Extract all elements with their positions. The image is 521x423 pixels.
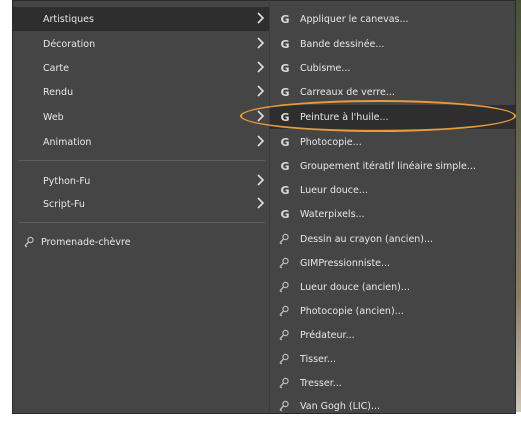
submenu-item-gimpressionniste[interactable]: GIMPressionniste... [270,251,515,275]
menu-item-label: Prédateur... [300,329,355,341]
menu-item-label: Artistiques [43,13,94,25]
gegl-icon: G [280,159,290,173]
submenu-item-waterpixels[interactable]: G Waterpixels... [270,202,515,226]
artistiques-submenu: G Appliquer le canevas... G Bande dessin… [269,0,516,414]
menu-item-label: Dessin au crayon (ancien)... [300,233,434,245]
menu-separator [19,222,265,223]
menu-item-label: Lueur douce... [300,184,368,196]
submenu-item-cubisme[interactable]: G Cubisme... [270,56,515,80]
submenu-item-predateur[interactable]: Prédateur... [270,323,515,347]
menu-item-label: GIMPressionniste... [300,257,391,269]
menu-item-label: Tisser... [300,353,336,365]
submenu-item-lueur-douce-ancien[interactable]: Lueur douce (ancien)... [270,275,515,299]
chevron-right-icon [255,84,265,98]
submenu-item-van-gogh[interactable]: Van Gogh (LIC)... [270,394,515,418]
gegl-icon: G [280,110,290,124]
menu-item-label: Animation [43,136,92,148]
menu-item-animation[interactable]: Animation [13,130,271,154]
background-left [0,0,12,423]
menu-item-label: Lueur douce (ancien)... [300,281,410,293]
menu-item-promenade-chevre[interactable]: Promenade-chèvre [13,230,271,254]
gegl-icon: G [280,135,290,149]
menu-separator [19,160,265,161]
script-icon [278,257,292,269]
menu-item-label: Rendu [43,86,74,98]
script-icon [278,400,292,412]
menu-item-carte[interactable]: Carte [13,56,271,80]
menu-item-label: Bande dessinée... [300,38,385,50]
menu-item-label: Van Gogh (LIC)... [300,400,381,412]
chevron-right-icon [255,36,265,50]
menu-item-label: Script-Fu [43,198,85,210]
menu-item-label: Décoration [43,38,96,50]
script-icon [23,236,35,248]
script-icon [278,329,292,341]
submenu-item-photocopie-ancien[interactable]: Photocopie (ancien)... [270,299,515,323]
menu-item-label: Python-Fu [43,175,91,187]
script-icon [278,305,292,317]
menu-item-python-fu[interactable]: Python-Fu [13,169,271,193]
chevron-right-icon [255,173,265,187]
menu-item-label: Groupement itératif linéaire simple... [300,160,476,172]
script-icon [278,353,292,365]
submenu-item-photocopie[interactable]: G Photocopie... [270,130,515,154]
menu-item-label: Tresser... [300,377,342,389]
menu-item-label: Web [43,111,64,123]
submenu-item-appliquer-canevas[interactable]: G Appliquer le canevas... [270,7,515,31]
menu-item-label: Peinture à l'huile... [300,111,389,123]
menu-item-artistiques[interactable]: Artistiques [13,7,271,31]
submenu-item-peinture-a-l-huile[interactable]: G Peinture à l'huile... [270,105,515,129]
script-icon [278,281,292,293]
menu-item-label: Waterpixels... [300,208,365,220]
chevron-right-icon [255,11,265,25]
menu-item-decoration[interactable]: Décoration [13,32,271,56]
submenu-item-tresser[interactable]: Tresser... [270,371,515,395]
submenu-item-lueur-douce[interactable]: G Lueur douce... [270,178,515,202]
submenu-item-carreaux-de-verre[interactable]: G Carreaux de verre... [270,80,515,104]
gegl-icon: G [280,207,290,221]
menu-item-script-fu[interactable]: Script-Fu [13,192,271,216]
gegl-icon: G [280,183,290,197]
menu-item-web[interactable]: Web [13,105,271,129]
submenu-item-dessin-au-crayon[interactable]: Dessin au crayon (ancien)... [270,227,515,251]
menu-item-rendu[interactable]: Rendu [13,80,271,104]
menu-item-label: Photocopie (ancien)... [300,305,404,317]
gegl-icon: G [280,12,290,26]
script-icon [278,233,292,245]
menu-item-label: Promenade-chèvre [41,236,131,248]
submenu-item-tisser[interactable]: Tisser... [270,347,515,371]
menu-item-label: Carte [43,62,69,74]
menu-item-label: Carreaux de verre... [300,86,395,98]
gegl-icon: G [280,61,290,75]
filters-menu: Artistiques Décoration Carte Rendu Web A… [12,0,272,414]
chevron-right-icon [255,196,265,210]
gegl-icon: G [280,85,290,99]
submenu-item-groupement-iteratif[interactable]: G Groupement itératif linéaire simple... [270,154,515,178]
menu-item-label: Photocopie... [300,136,362,148]
menu-item-label: Appliquer le canevas... [300,13,409,25]
script-icon [278,377,292,389]
gegl-icon: G [280,37,290,51]
submenu-item-bande-dessinee[interactable]: G Bande dessinée... [270,32,515,56]
chevron-right-icon [255,109,265,123]
chevron-right-icon [255,134,265,148]
chevron-right-icon [255,60,265,74]
menu-item-label: Cubisme... [300,62,351,74]
